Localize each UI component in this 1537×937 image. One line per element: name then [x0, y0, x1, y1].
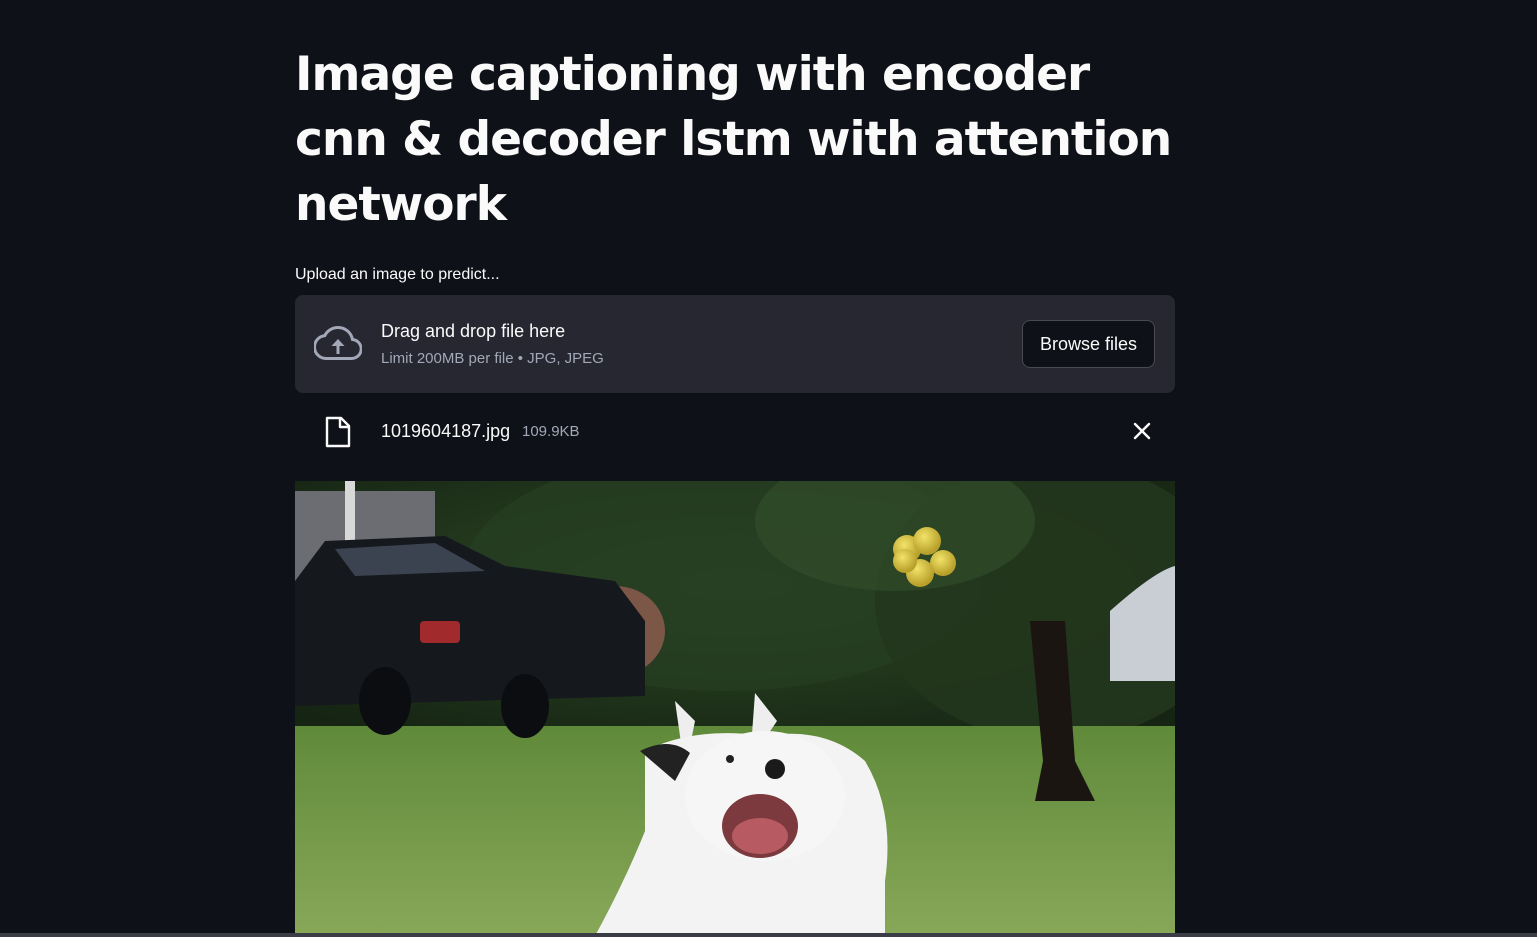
- uploaded-file-name: 1019604187.jpg: [381, 421, 511, 441]
- close-icon[interactable]: [1131, 420, 1153, 442]
- cloud-upload-icon: [314, 325, 362, 360]
- main-content: Image captioning with encoder cnn & deco…: [295, 0, 1175, 936]
- dropzone-instructions: Drag and drop file here Limit 200MB per …: [381, 319, 604, 369]
- uploaded-image: [295, 481, 1175, 936]
- uploaded-image-picture: [295, 481, 1175, 936]
- file-dropzone[interactable]: Drag and drop file here Limit 200MB per …: [295, 295, 1175, 393]
- dropzone-limit-text: Limit 200MB per file • JPG, JPEG: [381, 350, 604, 367]
- file-icon: [325, 416, 351, 448]
- browse-files-button[interactable]: Browse files: [1022, 320, 1155, 368]
- page-title: Image captioning with encoder cnn & deco…: [295, 47, 1172, 232]
- uploaded-file-size: 109.9KB: [522, 423, 580, 440]
- upload-label: Upload an image to predict...: [295, 266, 500, 283]
- uploaded-file-row: 1019604187.jpg 109.9KB: [295, 393, 1175, 471]
- bottom-scroll-edge: [0, 933, 1537, 937]
- app-page: Image captioning with encoder cnn & deco…: [0, 0, 1537, 937]
- dropzone-primary-text: Drag and drop file here: [381, 321, 566, 341]
